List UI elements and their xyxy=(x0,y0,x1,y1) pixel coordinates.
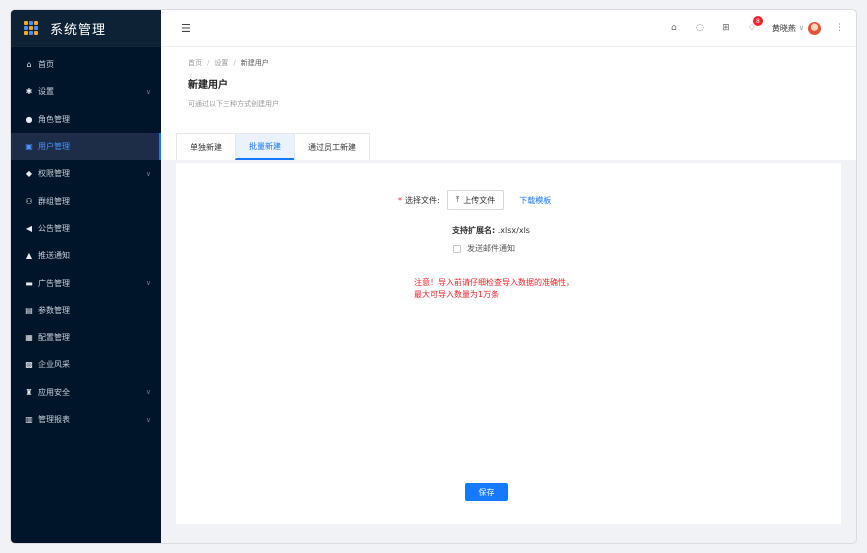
batch-create-panel: * 选择文件: ⤒ 上传文件 下载模板 支持扩展名: .xlsx/xls 发送邮… xyxy=(176,163,841,524)
bell-icon[interactable]: ♢ 8 xyxy=(746,16,763,34)
report-icon: ▥ xyxy=(25,415,33,424)
brand: 系统管理 xyxy=(11,10,161,47)
more-vertical-icon[interactable]: ⋮ xyxy=(835,23,844,33)
sidebar-item[interactable]: ▩ 企业风采 xyxy=(11,351,161,378)
sidebar-item[interactable]: ✱ 设置 ∨ xyxy=(11,78,161,105)
home-icon[interactable]: ⌂ xyxy=(668,22,680,34)
file-label: 选择文件: xyxy=(405,195,440,205)
menu-toggle-icon[interactable]: ☰ xyxy=(181,22,191,35)
sidebar-item-label: 角色管理 xyxy=(38,114,70,124)
ad-icon: ▬ xyxy=(25,278,33,288)
download-template-link[interactable]: 下载模板 xyxy=(519,195,551,206)
required-mark: * xyxy=(398,195,402,205)
sidebar-item-label: 设置 xyxy=(38,87,54,97)
sidebar-item[interactable]: ▥ 管理报表 ∨ xyxy=(11,406,161,433)
page-header: 首页 / 设置 / 新建用户 新建用户 可通过以下三种方式创建用户 单独新建 批… xyxy=(161,47,856,160)
chevron-down-icon: ∨ xyxy=(145,415,151,424)
sidebar-item-label: 企业风采 xyxy=(38,360,70,370)
page-description: 可通过以下三种方式创建用户 xyxy=(188,100,279,108)
email-notify-row[interactable]: 发送邮件通知 xyxy=(453,243,515,254)
sidebar-item-label: 配置管理 xyxy=(38,333,70,343)
sidebar-item[interactable]: ⚇ 群组管理 xyxy=(11,187,161,214)
group-icon: ⚇ xyxy=(25,196,33,206)
sidebar: 系统管理 ⌂ 首页 ✱ 设置 ∨ ● 角色管理 ▣ 用户管理 ◆ 权限管理 ∨ ⚇ 群组管理 ◀ 公告管理 ▲ 推… xyxy=(11,10,161,543)
sidebar-item[interactable]: ◆ 权限管理 ∨ xyxy=(11,160,161,187)
extension-note: 支持扩展名: .xlsx/xls xyxy=(452,226,530,235)
email-notify-label: 发送邮件通知 xyxy=(467,244,515,253)
save-button[interactable]: 保存 xyxy=(465,483,508,501)
app-title: 系统管理 xyxy=(50,22,107,38)
sidebar-item[interactable]: ▤ 参数管理 xyxy=(11,297,161,324)
avatar xyxy=(808,21,821,35)
tab-batch-create[interactable]: 批量新建 xyxy=(235,133,295,160)
chevron-down-icon: ∨ xyxy=(145,169,151,178)
import-warning: 注意！导入前请仔细检查导入数据的准确性， 最大可导入数量为1万条 xyxy=(414,278,574,299)
app-grid-icon xyxy=(24,21,38,35)
sidebar-item-label: 应用安全 xyxy=(38,387,70,397)
sidebar-item-label: 权限管理 xyxy=(38,169,70,179)
user-card-icon: ▣ xyxy=(25,142,33,152)
apps-icon[interactable]: ⊞ xyxy=(720,22,732,34)
sidebar-item-label: 参数管理 xyxy=(38,305,70,315)
sidebar-item[interactable]: ▬ 广告管理 ∨ xyxy=(11,269,161,296)
page-title: 新建用户 xyxy=(188,80,228,91)
home-icon: ⌂ xyxy=(26,60,32,70)
sidebar-item[interactable]: ▦ 配置管理 xyxy=(11,324,161,351)
chevron-down-icon: ∨ xyxy=(798,24,804,32)
sidebar-item[interactable]: ♜ 应用安全 ∨ xyxy=(11,379,161,406)
tab-single-create[interactable]: 单独新建 xyxy=(176,133,236,160)
breadcrumb-home[interactable]: 首页 xyxy=(188,58,202,68)
top-header: ☰ ⌂ ◌ ⊞ ♢ 8 黄晓燕 ∨ ⋮ xyxy=(161,10,856,47)
email-notify-checkbox[interactable] xyxy=(453,244,461,253)
sidebar-item-label: 首页 xyxy=(38,60,54,70)
chevron-down-icon: ∨ xyxy=(145,279,151,288)
shield-icon: ◆ xyxy=(25,169,33,179)
breadcrumb-current: 新建用户 xyxy=(240,59,269,67)
sidebar-menu: ⌂ 首页 ✱ 设置 ∨ ● 角色管理 ▣ 用户管理 ◆ 权限管理 ∨ ⚇ 群组管理 ◀ 公告管理 ▲ 推送通知 ▬ 广… xyxy=(11,47,161,433)
tab-bar: 单独新建 批量新建 通过员工新建 xyxy=(176,133,370,160)
megaphone-icon: ◀ xyxy=(25,223,33,233)
headset-icon[interactable]: ◌ xyxy=(694,22,706,34)
tab-employee-create[interactable]: 通过员工新建 xyxy=(294,133,370,160)
sidebar-item-label: 广告管理 xyxy=(38,278,70,288)
lock-icon: ♜ xyxy=(25,387,33,397)
app-window: 系统管理 ⌂ 首页 ✱ 设置 ∨ ● 角色管理 ▣ 用户管理 ◆ 权限管理 ∨ ⚇ 群组管理 ◀ 公告管理 ▲ 推… xyxy=(11,10,856,543)
user-circle-icon: ● xyxy=(25,114,33,124)
upload-icon: ⤒ xyxy=(455,195,460,204)
sidebar-item-label: 群组管理 xyxy=(38,196,70,206)
sidebar-item[interactable]: ⌂ 首页 xyxy=(11,51,161,78)
notification-badge: 8 xyxy=(752,16,763,26)
sidebar-item[interactable]: ▲ 推送通知 xyxy=(11,242,161,269)
chevron-down-icon: ∨ xyxy=(145,388,151,397)
params-icon: ▤ xyxy=(25,305,33,315)
sidebar-item[interactable]: ▣ 用户管理 xyxy=(11,132,161,161)
breadcrumb-settings[interactable]: 设置 xyxy=(214,58,228,68)
sidebar-item[interactable]: ● 角色管理 xyxy=(11,106,161,133)
sidebar-item-label: 推送通知 xyxy=(38,251,70,261)
sidebar-item-label: 管理报表 xyxy=(38,415,70,424)
config-icon: ▦ xyxy=(25,333,33,343)
gear-icon: ✱ xyxy=(25,87,33,97)
enterprise-icon: ▩ xyxy=(25,360,33,370)
sidebar-item-label: 公告管理 xyxy=(38,223,70,233)
sidebar-item[interactable]: ◀ 公告管理 xyxy=(11,215,161,242)
user-menu[interactable]: 黄晓燕 ∨ xyxy=(771,21,821,35)
username: 黄晓燕 xyxy=(771,23,796,33)
upload-file-button[interactable]: ⤒ 上传文件 xyxy=(446,190,505,210)
file-select-row: * 选择文件: ⤒ 上传文件 下载模板 xyxy=(398,190,551,210)
bell-icon: ▲ xyxy=(25,251,33,261)
sidebar-item-label: 用户管理 xyxy=(38,142,70,152)
chevron-down-icon: ∨ xyxy=(145,87,151,96)
breadcrumb: 首页 / 设置 / 新建用户 xyxy=(188,58,269,68)
